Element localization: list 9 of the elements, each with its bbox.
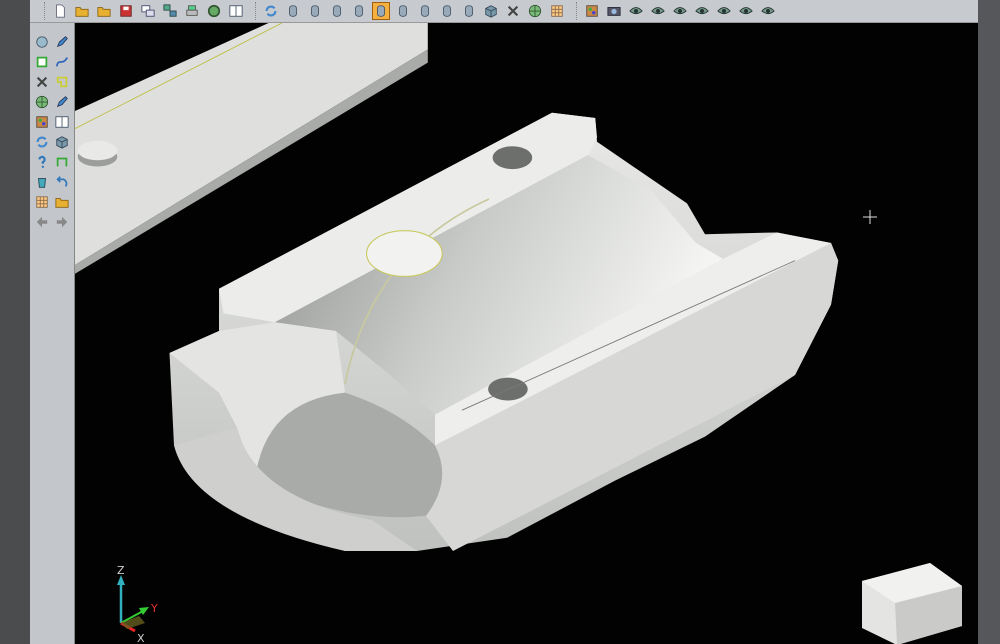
globe-icon[interactable] — [526, 2, 544, 20]
view-cube-icon — [862, 563, 962, 644]
axis-triad-icon — [117, 575, 149, 632]
axis-label: Z — [117, 564, 125, 577]
crosshair-cursor-icon — [862, 210, 878, 224]
axis-label: Y — [151, 602, 158, 615]
cylinder-icon[interactable] — [372, 2, 390, 20]
axis-label: X — [137, 632, 145, 644]
globe-icon[interactable] — [33, 93, 51, 111]
